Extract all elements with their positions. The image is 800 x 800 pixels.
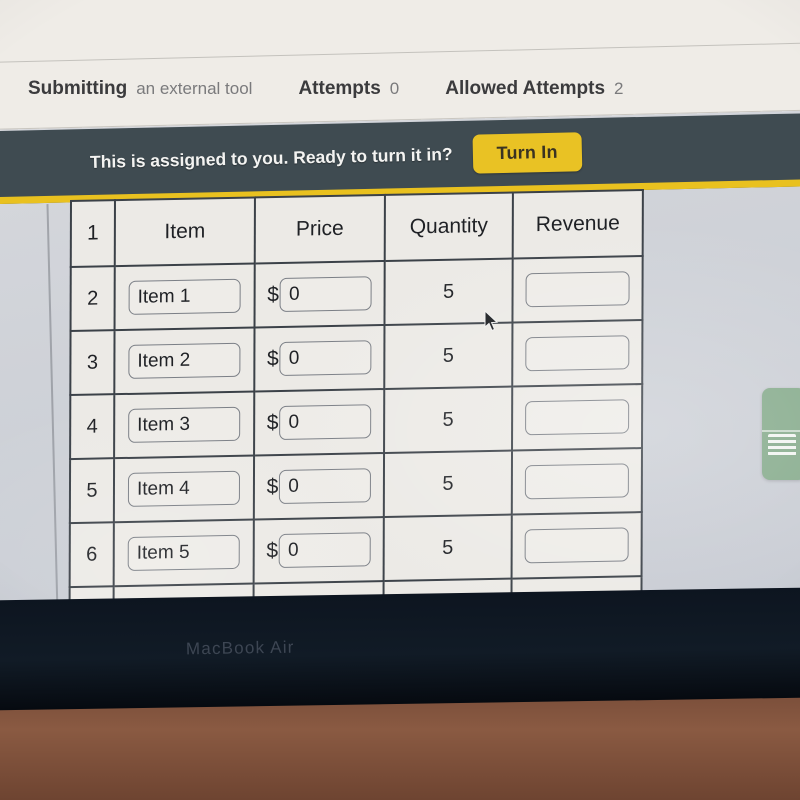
- sheet-guide-line: [46, 204, 60, 656]
- revenue-input[interactable]: [525, 271, 630, 308]
- price-cell: $: [254, 389, 385, 456]
- item-name-input[interactable]: [127, 470, 241, 507]
- turn-in-button[interactable]: Turn In: [472, 131, 583, 174]
- table-row: 6 $ 5: [69, 512, 642, 588]
- row-number: 2: [70, 266, 115, 332]
- currency-symbol: $: [266, 411, 279, 435]
- submitting-label: Submitting: [28, 78, 128, 99]
- price-input[interactable]: [279, 532, 372, 569]
- attempts-value: 0: [389, 79, 400, 98]
- row-number: 6: [69, 522, 114, 588]
- revenue-cell: [512, 320, 643, 387]
- row-number: 1: [70, 200, 115, 267]
- assignment-meta-row: Submitting an external tool Attempts 0 A…: [28, 78, 623, 100]
- revenue-cell: [511, 448, 642, 515]
- price-input[interactable]: [279, 276, 373, 312]
- attempts-label: Attempts: [298, 78, 381, 99]
- laptop-screen: Submitting an external tool Attempts 0 A…: [0, 0, 800, 684]
- item-cell: [114, 391, 255, 459]
- currency-symbol: $: [266, 539, 279, 563]
- currency-symbol: $: [267, 347, 279, 371]
- currency-symbol: $: [267, 283, 280, 307]
- item-name-input[interactable]: [128, 342, 241, 379]
- item-name-input[interactable]: [128, 278, 241, 315]
- item-cell: [113, 455, 255, 523]
- notes-tab-icon[interactable]: [762, 388, 800, 480]
- allowed-attempts-label: Allowed Attempts: [445, 78, 606, 99]
- revenue-input[interactable]: [525, 399, 630, 436]
- quantity-cell: 5: [383, 450, 513, 518]
- price-cell: $: [254, 260, 385, 328]
- assignment-header-strip: [0, 0, 800, 131]
- row-number: 5: [69, 458, 115, 524]
- quantity-cell: 5: [384, 386, 513, 454]
- price-input[interactable]: [279, 468, 372, 505]
- row-number: 3: [70, 330, 115, 396]
- revenue-cell: [512, 384, 643, 451]
- item-cell: [113, 519, 254, 587]
- item-name-input[interactable]: [128, 406, 241, 443]
- item-cell: [114, 263, 255, 331]
- laptop-photo: Submitting an external tool Attempts 0 A…: [0, 0, 800, 800]
- revenue-spreadsheet: 1 Item Price Quantity Revenue 2 $ 5: [68, 189, 643, 652]
- price-cell: $: [253, 453, 385, 520]
- item-cell: [114, 327, 255, 395]
- column-header-quantity: Quantity: [384, 192, 513, 261]
- quantity-cell: 5: [384, 322, 513, 390]
- quantity-cell: 5: [383, 514, 512, 582]
- revenue-cell: [512, 256, 643, 323]
- item-name-input[interactable]: [127, 534, 240, 571]
- table-header-row: 1 Item Price Quantity Revenue: [70, 190, 643, 267]
- price-cell: $: [253, 517, 384, 584]
- row-number: 4: [70, 394, 115, 460]
- table-row: 4 $ 5: [70, 384, 643, 460]
- revenue-cell: [511, 512, 642, 579]
- currency-symbol: $: [266, 475, 279, 499]
- table-row: 2 $ 5: [70, 256, 643, 332]
- device-label: MacBook Air: [185, 637, 295, 659]
- column-header-revenue: Revenue: [512, 190, 643, 259]
- revenue-input[interactable]: [524, 527, 629, 564]
- column-header-item: Item: [114, 197, 255, 267]
- mouse-cursor-icon: [484, 310, 499, 332]
- price-cell: $: [254, 324, 385, 392]
- table-row: 3 $ 5: [70, 320, 643, 396]
- allowed-attempts-value: 2: [614, 79, 624, 98]
- price-input[interactable]: [279, 340, 372, 377]
- turn-in-message: This is assigned to you. Ready to turn i…: [89, 143, 453, 172]
- submitting-value: an external tool: [136, 79, 253, 98]
- column-header-price: Price: [254, 194, 385, 264]
- laptop-bezel: MacBook Air: [0, 587, 800, 711]
- revenue-input[interactable]: [525, 335, 630, 372]
- price-input[interactable]: [279, 404, 372, 441]
- table-row: 5 $ 5: [69, 448, 642, 524]
- revenue-input[interactable]: [524, 463, 629, 500]
